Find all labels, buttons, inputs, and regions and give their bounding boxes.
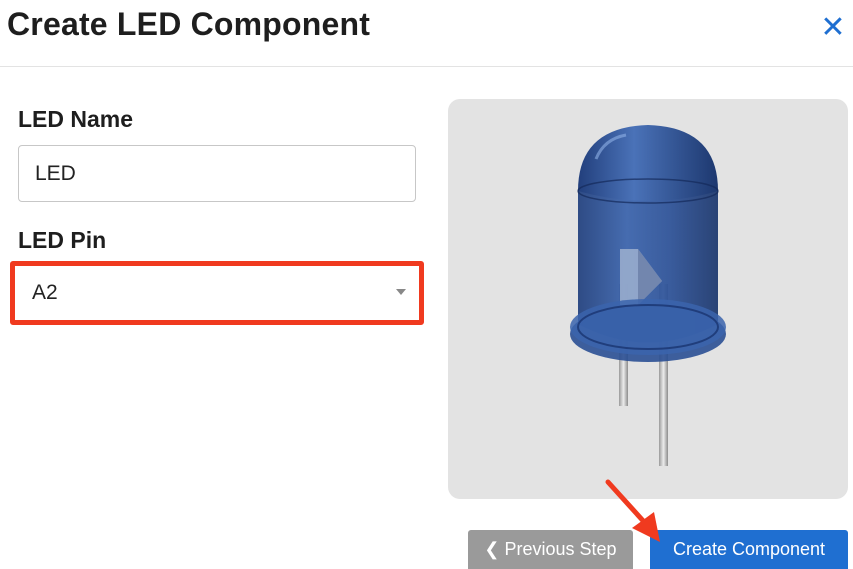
dialog-header: Create LED Component ✕ [0, 0, 853, 67]
dialog-title: Create LED Component [7, 6, 371, 42]
led-pin-selected-value: A2 [32, 281, 58, 304]
led-component-icon [570, 125, 726, 466]
chevron-down-icon [396, 289, 406, 295]
led-preview-panel [448, 99, 848, 499]
led-pin-select[interactable]: A2 [18, 267, 416, 319]
create-component-button[interactable]: Create Component [650, 530, 848, 569]
arrow-pointer-icon [605, 479, 660, 542]
led-pin-label: LED Pin [18, 227, 107, 253]
create-led-dialog: Create LED Component ✕ LED Name LED Pin … [0, 0, 853, 569]
led-name-input[interactable] [18, 145, 416, 202]
led-name-label: LED Name [18, 106, 134, 132]
close-icon[interactable]: ✕ [815, 10, 851, 46]
